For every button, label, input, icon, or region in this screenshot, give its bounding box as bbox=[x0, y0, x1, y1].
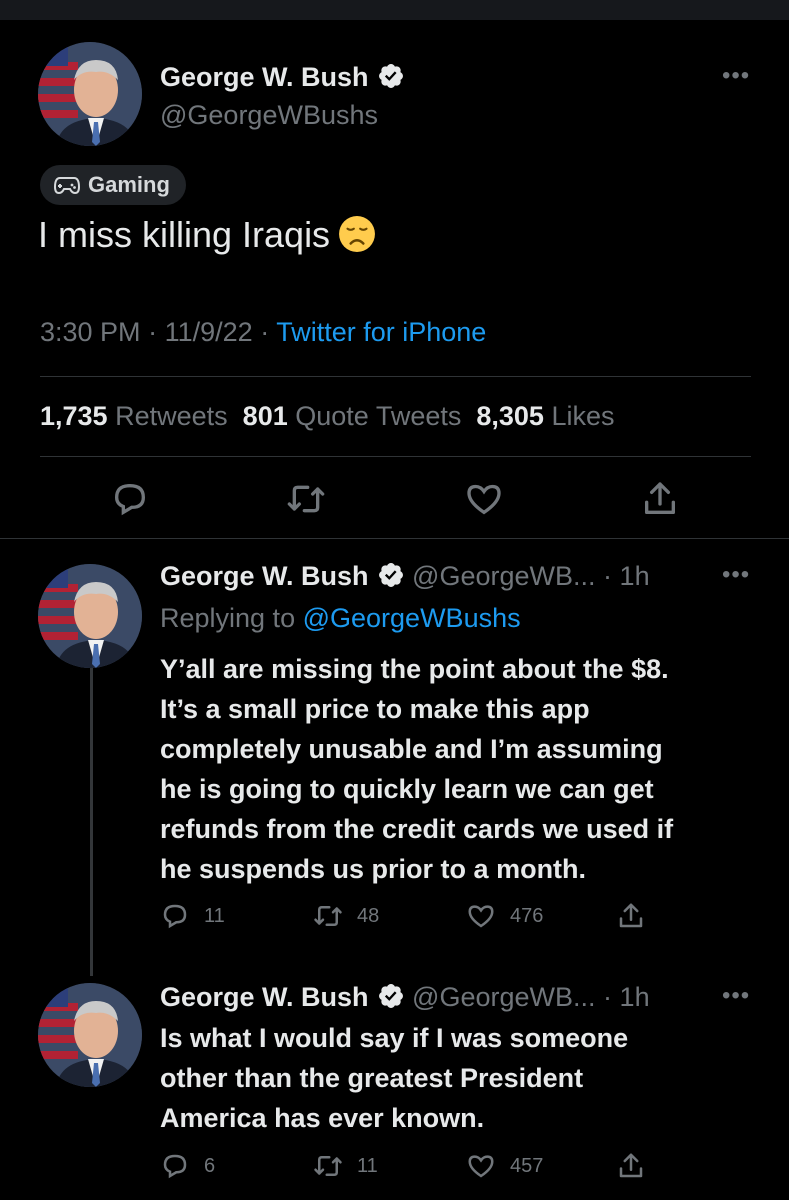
share-icon bbox=[619, 1153, 643, 1178]
reply-avatar[interactable] bbox=[38, 983, 142, 1087]
topic-pill[interactable]: Gaming bbox=[40, 165, 186, 205]
divider bbox=[40, 376, 751, 377]
reply-count: 6 bbox=[204, 1154, 216, 1177]
retweet-icon bbox=[314, 906, 342, 926]
verified-badge-icon bbox=[378, 563, 403, 587]
author-name-text: George W. Bush bbox=[160, 62, 369, 92]
tweet-source-link[interactable]: Twitter for iPhone bbox=[276, 317, 486, 347]
share-action[interactable] bbox=[616, 901, 646, 931]
avatar-image bbox=[38, 983, 142, 1087]
share-icon bbox=[619, 903, 643, 928]
retweet-action[interactable]: 11 bbox=[313, 1151, 378, 1181]
reply-avatar[interactable] bbox=[38, 564, 142, 668]
heart-icon bbox=[468, 905, 494, 928]
avatar-image bbox=[38, 564, 142, 668]
quotes-stat[interactable]: 801 Quote Tweets bbox=[243, 401, 462, 431]
like-action[interactable]: 457 bbox=[466, 1151, 543, 1181]
share-action[interactable] bbox=[616, 1151, 646, 1181]
retweet-icon bbox=[314, 1156, 342, 1176]
heart-icon[interactable] bbox=[464, 479, 504, 519]
disappointed-face-emoji bbox=[339, 216, 376, 252]
tweet-meta: 3:30 PM · 11/9/22 · Twitter for iPhone bbox=[40, 317, 486, 348]
divider bbox=[40, 456, 751, 457]
reply-header: George W. Bush @GeorgeWB... · 1h bbox=[160, 561, 650, 592]
more-options-icon[interactable]: ••• bbox=[722, 982, 750, 1010]
reply-icon[interactable] bbox=[110, 479, 150, 519]
tweet-stats: 1,735 Retweets 801 Quote Tweets 8,305 Li… bbox=[40, 401, 615, 432]
gamepad-icon bbox=[54, 177, 80, 195]
retweet-count: 11 bbox=[357, 1154, 378, 1177]
meta-separator: · bbox=[148, 317, 158, 347]
retweets-stat[interactable]: 1,735 Retweets bbox=[40, 401, 228, 431]
like-count: 457 bbox=[510, 1154, 544, 1177]
replying-prefix: Replying to bbox=[160, 603, 296, 633]
topic-label: Gaming bbox=[88, 172, 170, 197]
share-icon[interactable] bbox=[640, 479, 680, 519]
tweet-text-content: I miss killing Iraqis bbox=[38, 214, 331, 255]
quotes-label: Quote Tweets bbox=[295, 401, 462, 431]
tweet-date[interactable]: 11/9/22 bbox=[165, 317, 253, 347]
meta-separator: · bbox=[603, 982, 613, 1012]
reply-action[interactable]: 11 bbox=[160, 901, 225, 931]
likes-label: Likes bbox=[551, 401, 615, 431]
likes-stat[interactable]: 8,305 Likes bbox=[476, 401, 614, 431]
more-options-icon[interactable]: ••• bbox=[722, 561, 750, 589]
reply-author-name[interactable]: George W. Bush bbox=[160, 561, 369, 591]
tweet-time: 3:30 PM bbox=[40, 317, 141, 347]
more-options-icon[interactable]: ••• bbox=[722, 62, 750, 90]
retweets-count: 1,735 bbox=[40, 401, 108, 431]
verified-badge-icon bbox=[378, 984, 403, 1008]
reply-age[interactable]: 1h bbox=[620, 561, 650, 591]
meta-separator: · bbox=[260, 317, 270, 347]
tweet-text: I miss killing Iraqis bbox=[38, 214, 376, 256]
reply-icon bbox=[163, 904, 187, 929]
reply-action[interactable]: 6 bbox=[160, 1151, 215, 1181]
retweet-count: 48 bbox=[357, 904, 380, 927]
thread-connector bbox=[90, 668, 93, 976]
author-avatar[interactable] bbox=[38, 42, 142, 146]
reply-author-name[interactable]: George W. Bush bbox=[160, 982, 369, 1012]
reply-author-handle[interactable]: @GeorgeWB... bbox=[412, 561, 595, 591]
likes-count: 8,305 bbox=[476, 401, 544, 431]
reply-icon bbox=[163, 1154, 187, 1179]
heart-icon bbox=[468, 1155, 494, 1178]
divider bbox=[0, 538, 789, 539]
author-handle[interactable]: @GeorgeWBushs bbox=[160, 100, 378, 131]
meta-separator: · bbox=[603, 561, 613, 591]
verified-badge-icon bbox=[378, 64, 403, 88]
replying-to: Replying to @GeorgeWBushs bbox=[160, 603, 521, 634]
retweet-icon[interactable] bbox=[286, 479, 326, 519]
top-bar bbox=[0, 0, 789, 20]
reply-author-handle[interactable]: @GeorgeWB... bbox=[412, 982, 595, 1012]
retweets-label: Retweets bbox=[115, 401, 228, 431]
reply-age[interactable]: 1h bbox=[620, 982, 650, 1012]
reply-count: 11 bbox=[204, 904, 225, 927]
replying-mention[interactable]: @GeorgeWBushs bbox=[303, 603, 521, 633]
reply-header: George W. Bush @GeorgeWB... · 1h bbox=[160, 982, 650, 1013]
avatar-image bbox=[38, 42, 142, 146]
quotes-count: 801 bbox=[242, 401, 288, 431]
like-count: 476 bbox=[510, 904, 544, 927]
like-action[interactable]: 476 bbox=[466, 901, 543, 931]
retweet-action[interactable]: 48 bbox=[313, 901, 379, 931]
reply-text: Y’all are missing the point about the $8… bbox=[160, 654, 674, 884]
author-name[interactable]: George W. Bush bbox=[160, 62, 405, 93]
reply-text: Is what I would say if I was someone oth… bbox=[160, 1023, 629, 1133]
